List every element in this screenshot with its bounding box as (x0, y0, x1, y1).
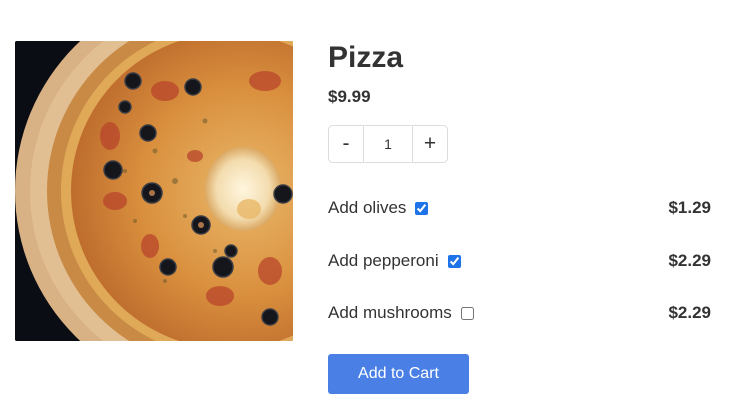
quantity-input[interactable] (363, 126, 413, 162)
quantity-stepper: - + (328, 125, 448, 163)
add-to-cart-button[interactable]: Add to Cart (328, 354, 469, 394)
addon-label: Add olives (328, 198, 407, 217)
addon-checkbox-mushrooms[interactable] (460, 306, 474, 320)
pizza-image (15, 41, 293, 341)
decrement-button[interactable]: - (329, 126, 363, 162)
addon-row-pepperoni: Add pepperoni $2.29 (328, 251, 711, 271)
addon-row-olives: Add olives $1.29 (328, 198, 711, 218)
product-details: Pizza $9.99 - + Add olives $1.29 Add pep… (328, 40, 711, 394)
addon-checkbox-pepperoni[interactable] (447, 254, 461, 268)
addon-label: Add mushrooms (328, 303, 452, 322)
addon-checkbox-olives[interactable] (415, 201, 429, 215)
addon-label: Add pepperoni (328, 251, 439, 270)
addon-price: $2.29 (668, 251, 711, 270)
addon-price: $1.29 (668, 198, 711, 217)
increment-button[interactable]: + (413, 126, 447, 162)
product-title: Pizza (328, 41, 404, 74)
product-price: $9.99 (328, 87, 371, 106)
addon-price: $2.29 (668, 303, 711, 322)
addon-row-mushrooms: Add mushrooms $2.29 (328, 303, 711, 323)
